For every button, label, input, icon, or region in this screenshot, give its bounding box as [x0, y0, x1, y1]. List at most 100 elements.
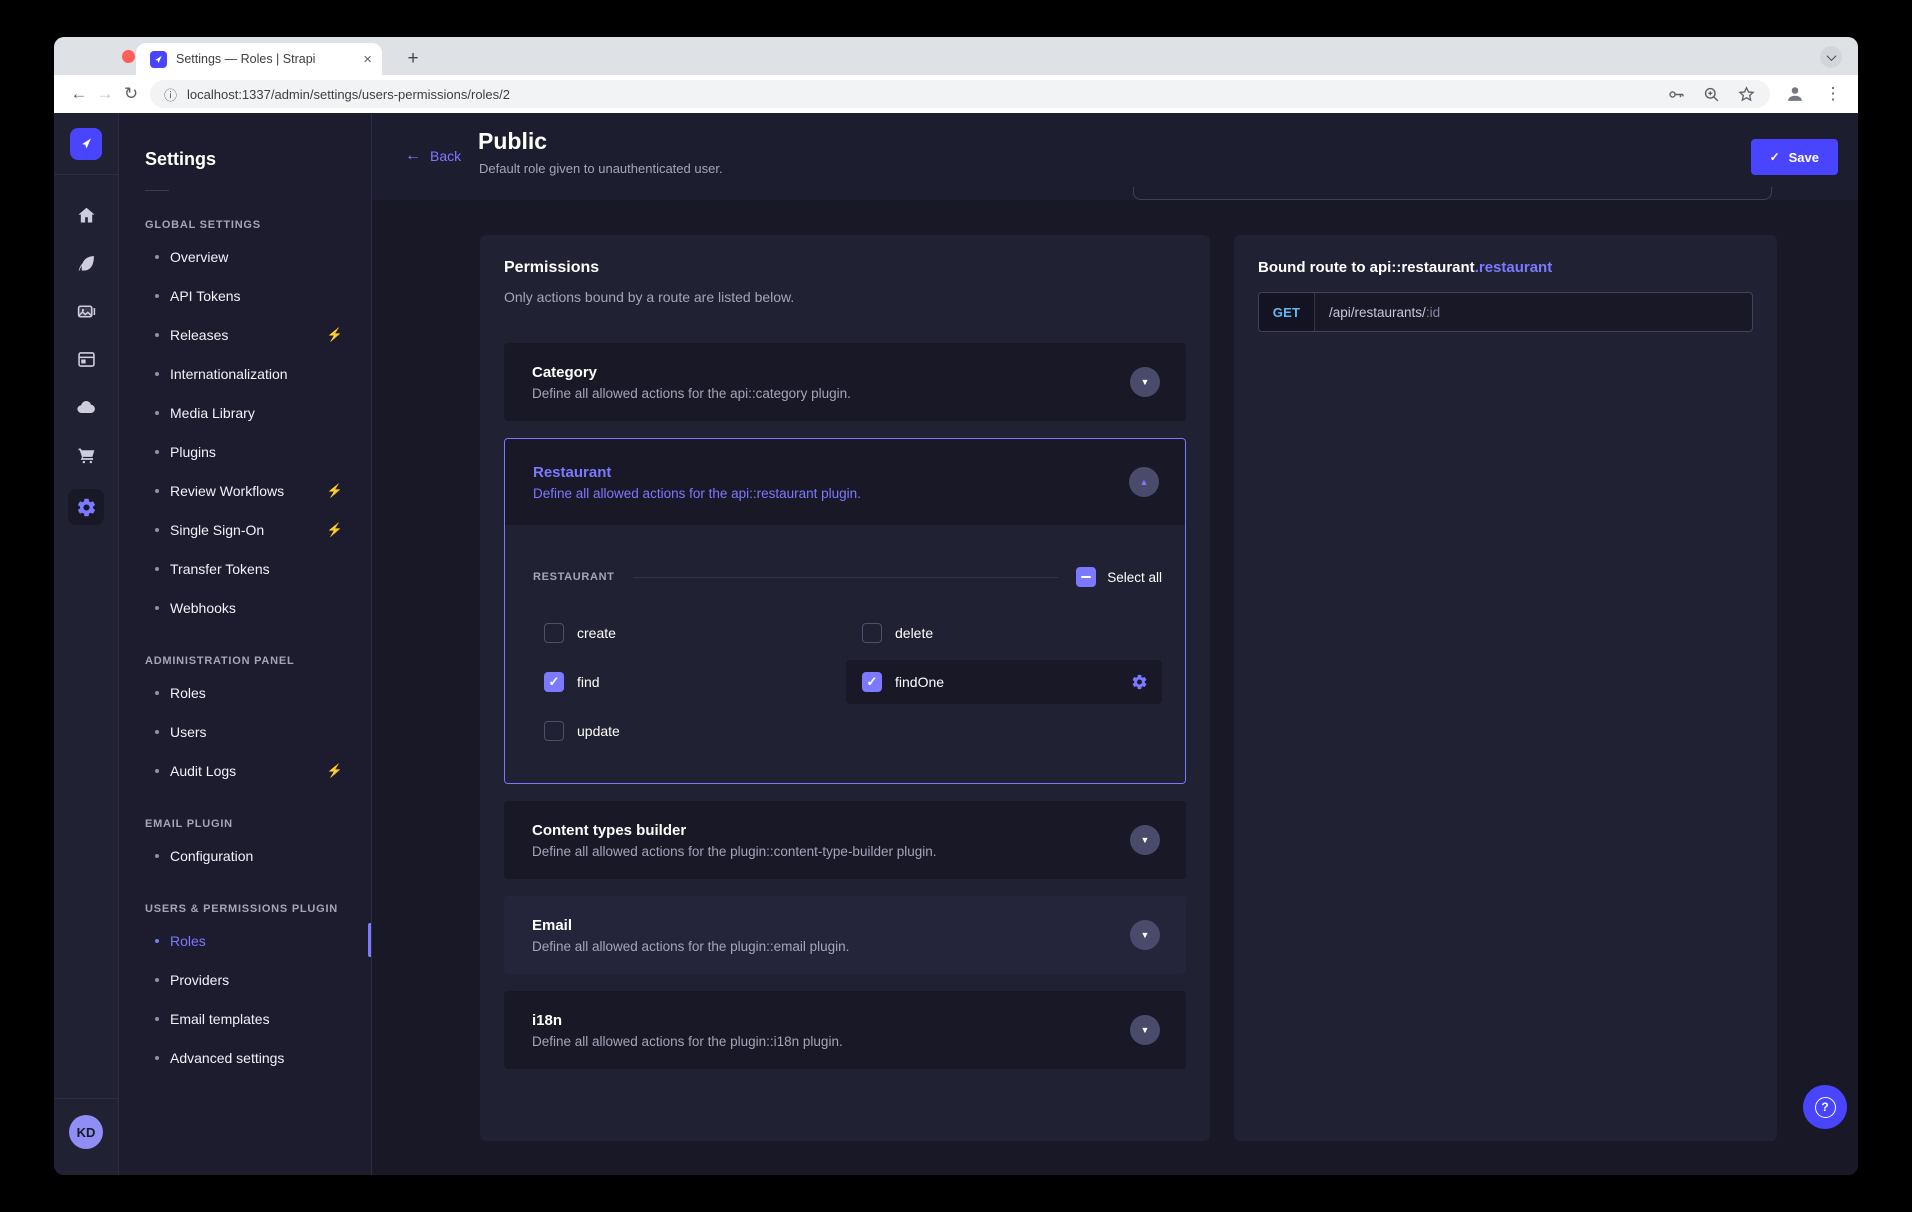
sidebar-item-transfer-tokens[interactable]: Transfer Tokens [119, 549, 371, 588]
permission-update[interactable]: update [528, 709, 844, 753]
sidebar-item-overview[interactable]: Overview [119, 237, 371, 276]
site-info-icon[interactable]: ⓘ [164, 85, 177, 104]
create-checkbox[interactable] [544, 623, 564, 643]
tab-search-chevron-icon[interactable] [1820, 46, 1842, 68]
premium-bolt-icon: ⚡ [327, 763, 343, 779]
strapi-logo[interactable] [70, 128, 102, 160]
permissions-subtitle: Only actions bound by a route are listed… [504, 289, 1186, 305]
tab-title: Settings — Roles | Strapi [176, 52, 357, 66]
sidebar-item-audit-logs[interactable]: Audit Logs⚡ [119, 751, 371, 790]
sidebar-item-up-email-templates[interactable]: Email templates [119, 999, 371, 1038]
zoom-page-icon[interactable] [1702, 85, 1721, 104]
accordion-i18n[interactable]: i18n Define all allowed actions for the … [504, 991, 1186, 1069]
expand-toggle-button[interactable]: ▼ [1130, 825, 1160, 855]
question-mark-icon: ? [1815, 1097, 1836, 1118]
advanced-settings-gear-icon[interactable] [1131, 674, 1148, 691]
main-content: ← Back Public Default role given to unau… [372, 113, 1858, 1175]
premium-bolt-icon: ⚡ [327, 483, 343, 499]
sidebar-item-admin-roles[interactable]: Roles [119, 673, 371, 712]
permission-delete[interactable]: delete [846, 611, 1162, 655]
premium-bolt-icon: ⚡ [327, 522, 343, 538]
back-link[interactable]: ← Back [405, 147, 461, 165]
expand-toggle-button[interactable]: ▼ [1130, 920, 1160, 950]
bound-route-panel: Bound route to api::restaurant.restauran… [1234, 235, 1777, 1141]
password-key-icon[interactable] [1667, 85, 1686, 104]
cloud-icon[interactable] [72, 393, 100, 421]
description-field-bottom-edge [1133, 187, 1772, 200]
browser-window: Settings — Roles | Strapi × + ← → ↻ ⓘ lo… [54, 37, 1858, 1175]
browser-tab-bar: Settings — Roles | Strapi × + [54, 37, 1858, 75]
sidebar-item-up-advanced-settings[interactable]: Advanced settings [119, 1038, 371, 1077]
forward-icon[interactable]: → [92, 84, 118, 104]
strapi-app: KD Settings GLOBAL SETTINGS Overview API… [54, 113, 1858, 1175]
sidebar-item-plugins[interactable]: Plugins [119, 432, 371, 471]
sidebar-item-single-sign-on[interactable]: Single Sign-On⚡ [119, 510, 371, 549]
select-all-checkbox[interactable] [1076, 567, 1096, 587]
accordion-restaurant-header[interactable]: Restaurant Define all allowed actions fo… [505, 439, 1185, 525]
browser-tab[interactable]: Settings — Roles | Strapi × [136, 43, 382, 75]
expand-toggle-button[interactable]: ▼ [1130, 367, 1160, 397]
tab-close-icon[interactable]: × [363, 51, 372, 68]
back-icon[interactable]: ← [66, 84, 92, 104]
reload-icon[interactable]: ↻ [118, 84, 144, 104]
find-checkbox[interactable]: ✓ [544, 672, 564, 692]
section-administration-panel: ADMINISTRATION PANEL [145, 655, 371, 667]
sidebar-item-media-library[interactable]: Media Library [119, 393, 371, 432]
help-button[interactable]: ? [1803, 1085, 1847, 1129]
chevron-down-icon: ▼ [1141, 1026, 1150, 1035]
save-button[interactable]: ✓ Save [1751, 139, 1838, 175]
delete-checkbox[interactable] [862, 623, 882, 643]
accordion-category[interactable]: Category Define all allowed actions for … [504, 343, 1186, 421]
update-checkbox[interactable] [544, 721, 564, 741]
settings-gear-icon[interactable] [68, 489, 104, 525]
findone-checkbox[interactable]: ✓ [862, 672, 882, 692]
accordion-content-types-builder[interactable]: Content types builder Define all allowed… [504, 801, 1186, 879]
user-avatar[interactable]: KD [69, 1115, 103, 1149]
collapse-toggle-button[interactable]: ▲ [1129, 467, 1159, 497]
route-path: /api/restaurants/:id [1315, 293, 1752, 331]
browser-menu-icon[interactable]: ⋮ [1820, 84, 1846, 104]
sidebar-item-up-providers[interactable]: Providers [119, 960, 371, 999]
section-global-settings: GLOBAL SETTINGS [145, 219, 371, 231]
accordion-email[interactable]: Email Define all allowed actions for the… [504, 896, 1186, 974]
section-email-plugin: EMAIL PLUGIN [145, 818, 371, 830]
chevron-up-icon: ▲ [1140, 478, 1149, 487]
back-arrow-icon: ← [405, 147, 421, 165]
permission-find[interactable]: ✓ find [528, 660, 844, 704]
settings-subnav: Settings GLOBAL SETTINGS Overview API To… [119, 113, 372, 1175]
sidebar-item-releases[interactable]: Releases⚡ [119, 315, 371, 354]
chevron-down-icon: ▼ [1141, 836, 1150, 845]
marketplace-cart-icon[interactable] [72, 441, 100, 469]
content-manager-feather-icon[interactable] [72, 249, 100, 277]
group-divider [633, 577, 1059, 578]
new-tab-button[interactable]: + [400, 46, 426, 72]
close-window-button[interactable] [122, 50, 135, 63]
browser-toolbar: ← → ↻ ⓘ localhost:1337/admin/settings/us… [54, 75, 1858, 113]
sidebar-item-email-configuration[interactable]: Configuration [119, 836, 371, 875]
premium-bolt-icon: ⚡ [327, 327, 343, 343]
expand-toggle-button[interactable]: ▼ [1130, 1015, 1160, 1045]
home-icon[interactable] [72, 201, 100, 229]
permission-grid: create delete ✓ find [528, 611, 1162, 753]
sidebar-item-webhooks[interactable]: Webhooks [119, 588, 371, 627]
permission-findone[interactable]: ✓ findOne [846, 660, 1162, 704]
permission-group-label: RESTAURANT [533, 571, 615, 583]
permission-create[interactable]: create [528, 611, 844, 655]
profile-avatar-icon[interactable] [1784, 83, 1806, 105]
route-display: GET /api/restaurants/:id [1258, 292, 1753, 332]
select-all-control[interactable]: Select all [1076, 567, 1162, 587]
sidebar-item-admin-users[interactable]: Users [119, 712, 371, 751]
sidebar-item-review-workflows[interactable]: Review Workflows⚡ [119, 471, 371, 510]
accordion-restaurant-body: RESTAURANT Select all create [505, 525, 1185, 783]
address-bar[interactable]: ⓘ localhost:1337/admin/settings/users-pe… [150, 80, 1770, 108]
sidebar-item-api-tokens[interactable]: API Tokens [119, 276, 371, 315]
sidebar-item-up-roles[interactable]: Roles [119, 921, 371, 960]
permissions-panel: Permissions Only actions bound by a rout… [480, 235, 1210, 1141]
subnav-divider [145, 190, 169, 191]
media-library-icon[interactable] [72, 297, 100, 325]
section-users-permissions-plugin: USERS & PERMISSIONS PLUGIN [145, 903, 371, 915]
bookmark-star-icon[interactable] [1737, 85, 1756, 104]
sidebar-item-internationalization[interactable]: Internationalization [119, 354, 371, 393]
content-type-builder-icon[interactable] [72, 345, 100, 373]
url-text[interactable]: localhost:1337/admin/settings/users-perm… [187, 87, 1655, 102]
